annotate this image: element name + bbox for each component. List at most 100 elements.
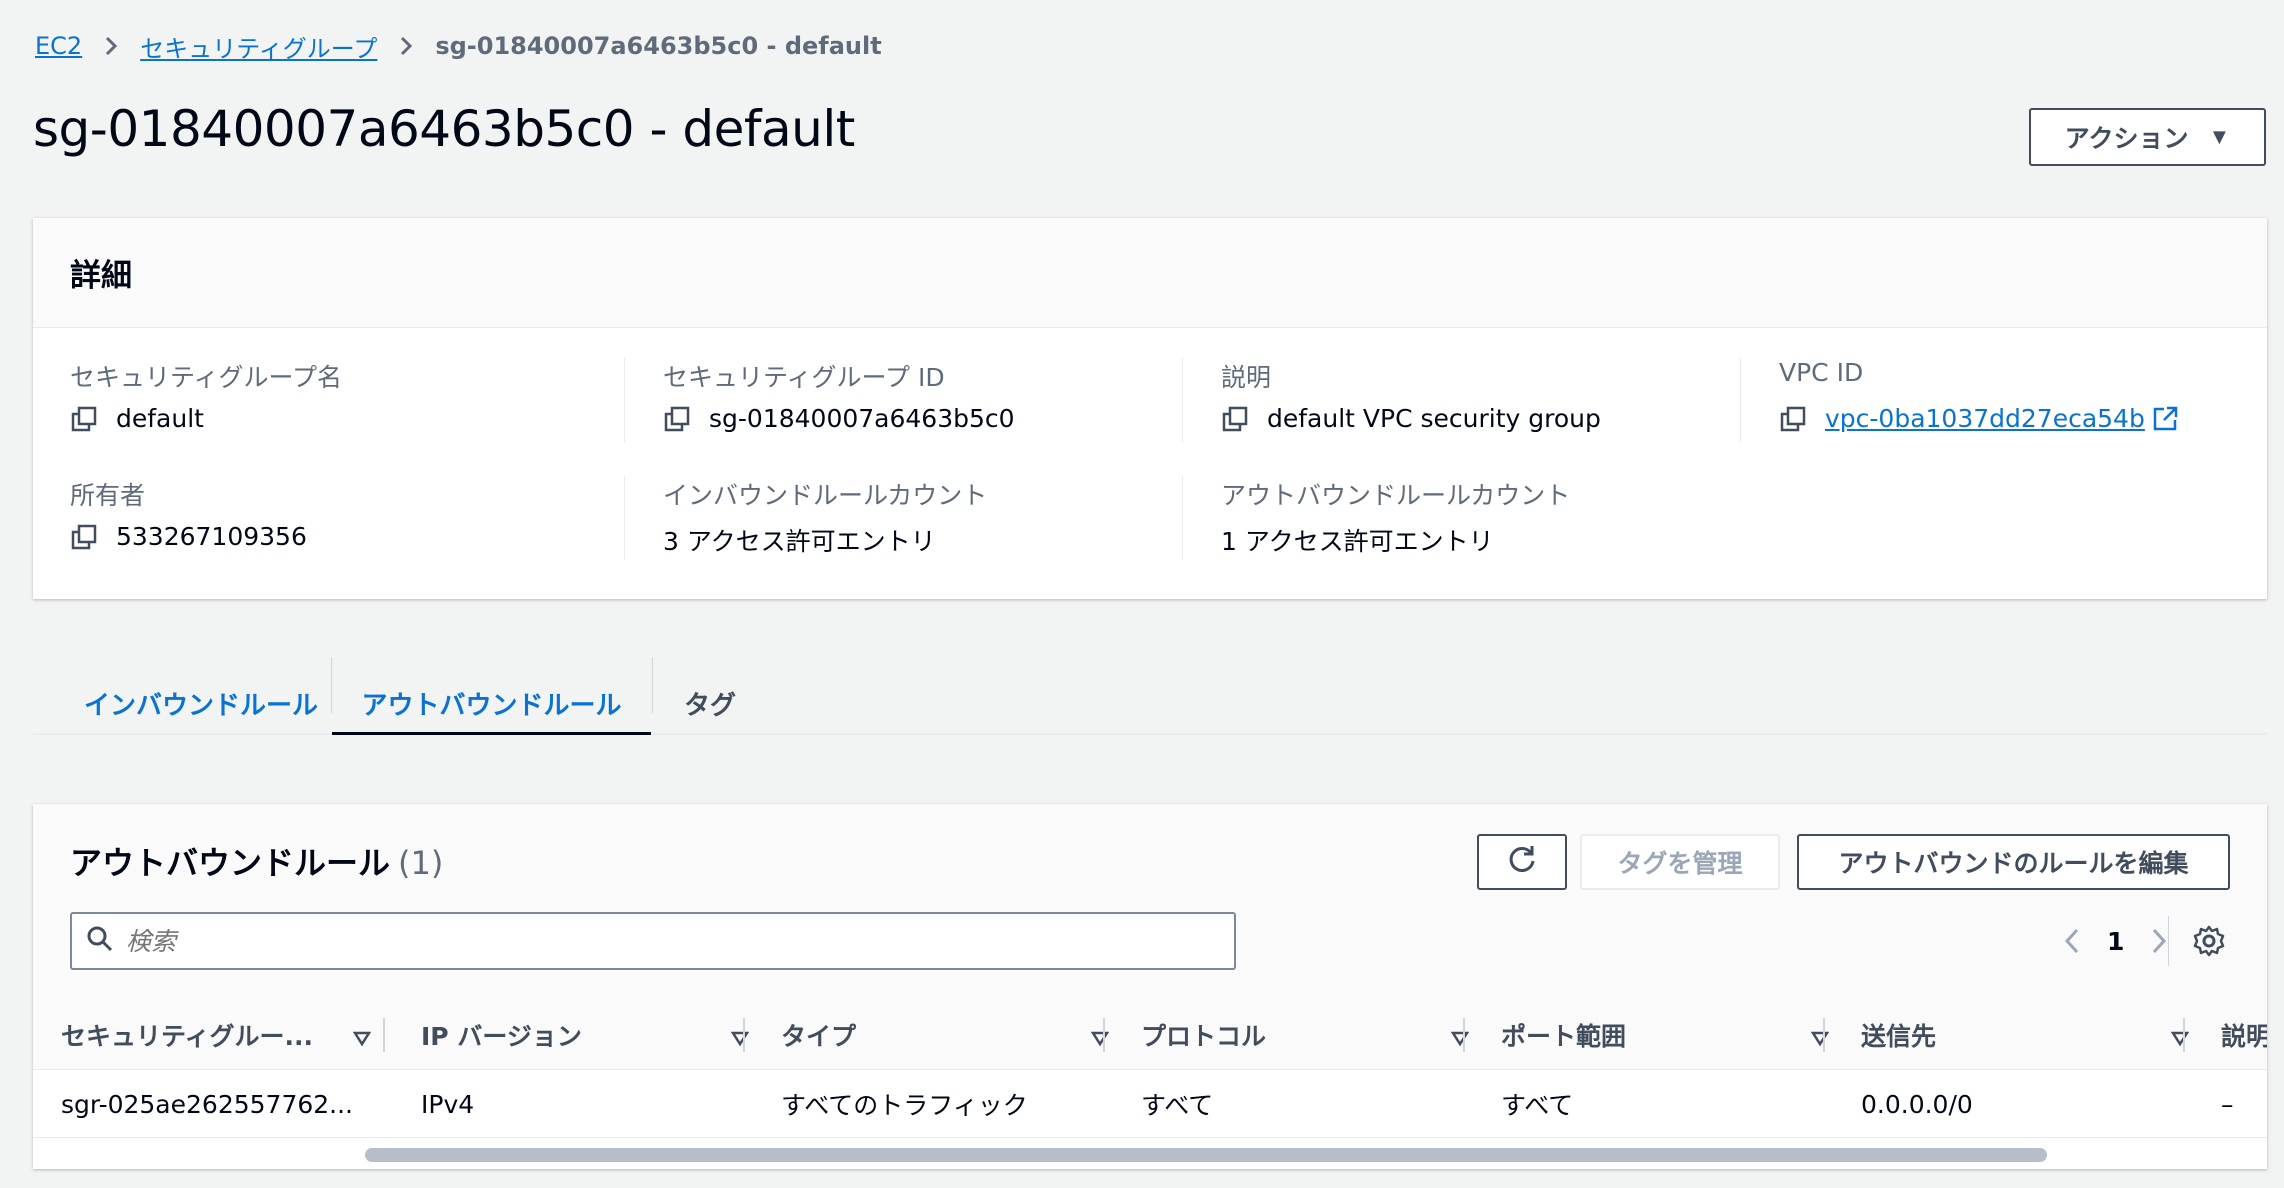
copy-icon[interactable] [1779,405,1807,433]
cell-type: すべてのトラフィック [781,1091,1028,1120]
copy-icon[interactable] [663,405,691,433]
vpc-id-link[interactable]: vpc-0ba1037dd27eca54b [1825,404,2145,433]
column-header-type[interactable]: タイプ [781,1000,1131,1070]
column-header-label: プロトコル [1141,1022,1267,1051]
chevron-right-icon [395,35,417,57]
detail-label: 所有者 [70,481,146,510]
detail-value-row: 3 アクセス許可エントリ [663,522,1182,558]
breadcrumb-security-groups-link[interactable]: セキュリティグループ [140,29,377,64]
detail-label: VPC ID [1779,358,1864,387]
sort-down-icon[interactable] [1090,1025,1110,1047]
column-divider[interactable] [383,1018,385,1052]
actions-label: アクション [2064,125,2189,153]
settings-gear-icon[interactable] [2191,923,2227,963]
column-header-rule-id[interactable]: セキュリティグルー... [61,1000,393,1070]
copy-icon[interactable] [70,523,98,551]
sort-down-icon[interactable] [730,1025,750,1047]
column-header-label: 説明 [2221,1022,2267,1051]
column-header-ip-version[interactable]: IP バージョン [421,1000,771,1070]
sort-down-icon[interactable] [2170,1025,2190,1047]
pagination: 1 [2057,916,2174,966]
refresh-button[interactable] [1477,834,1567,890]
detail-value-row: sg-01840007a6463b5c0 [663,404,1182,433]
detail-value: default [116,404,204,433]
column-header-port-range[interactable]: ポート範囲 [1501,1000,1851,1070]
manage-tags-button[interactable]: タグを管理 [1580,834,1780,890]
search-field[interactable] [70,912,1236,970]
column-divider[interactable] [1463,1018,1465,1052]
detail-sg-id: セキュリティグループ ID sg-01840007a6463b5c0 [624,358,1182,442]
chevron-left-icon[interactable] [2057,926,2087,956]
detail-value-row: 1 アクセス許可エントリ [1221,522,1740,558]
rules-title: アウトバウンドルール (1) [70,838,443,884]
column-divider[interactable] [2183,1018,2185,1052]
column-header-label: ポート範囲 [1501,1022,1627,1051]
column-divider[interactable] [1823,1018,1825,1052]
vpc-link-wrap: vpc-0ba1037dd27eca54b [1825,404,2179,433]
details-title: 詳細 [70,258,132,294]
detail-sg-name: セキュリティグループ名 default [70,358,628,433]
table-header: セキュリティグルー... IP バージョン タイプ プロトコル ポート範囲 送信… [33,1000,2267,1070]
cell-ip-version: IPv4 [421,1089,475,1119]
column-header-label: タイプ [781,1022,857,1051]
cell-destination: 0.0.0.0/0 [1861,1089,1973,1119]
cell-port-range: すべて [1501,1091,1574,1120]
column-header-label: 送信先 [1861,1022,1937,1051]
detail-description: 説明 default VPC security group [1182,358,1740,442]
sort-down-icon[interactable] [1450,1025,1470,1047]
detail-label: 説明 [1221,363,1272,392]
external-link-icon[interactable] [2151,405,2179,433]
column-header-protocol[interactable]: プロトコル [1141,1000,1491,1070]
rules-count: (1) [398,844,444,882]
column-header-destination[interactable]: 送信先 [1861,1000,2211,1070]
actions-dropdown-button[interactable]: アクション ▼ [2029,108,2266,166]
detail-label: アウトバウンドルールカウント [1221,481,1571,510]
refresh-icon [1506,843,1538,882]
detail-inbound-count: インバウンドルールカウント 3 アクセス許可エントリ [624,476,1182,560]
column-header-description[interactable]: 説明 [2221,1000,2267,1070]
details-header: 詳細 [33,218,2267,328]
sort-down-icon[interactable] [1810,1025,1830,1047]
tab-inbound-rules[interactable]: インバウンドルール [71,657,331,735]
detail-owner: 所有者 533267109356 [70,476,628,551]
detail-value-row: vpc-0ba1037dd27eca54b [1779,404,2284,433]
tab-outbound-rules[interactable]: アウトバウンドルール [332,657,651,735]
details-panel: 詳細 セキュリティグループ名 default セキュリティグループ ID sg-… [33,218,2267,599]
tab-bar: インバウンドルール アウトバウンドルール タグ [33,617,2267,735]
detail-value: default VPC security group [1267,404,1601,433]
detail-label: セキュリティグループ名 [70,363,343,392]
detail-value: sg-01840007a6463b5c0 [709,404,1015,433]
detail-value: 3 アクセス許可エントリ [663,527,936,556]
chevron-right-icon[interactable] [2144,926,2174,956]
tab-tags[interactable]: タグ [653,657,767,735]
caret-down-icon: ▼ [2208,124,2231,149]
column-header-label: セキュリティグルー... [61,1022,313,1051]
rules-title-text: アウトバウンドルール [70,844,391,882]
table-row[interactable]: sgr-025ae262557762... IPv4 すべてのトラフィック すべ… [33,1070,2267,1138]
detail-value-row: 533267109356 [70,522,628,551]
column-divider[interactable] [743,1018,745,1052]
edit-outbound-rules-button[interactable]: アウトバウンドのルールを編集 [1797,834,2230,890]
breadcrumb-ec2-link[interactable]: EC2 [35,32,82,60]
page-title: sg-01840007a6463b5c0 - default [33,100,855,158]
copy-icon[interactable] [70,405,98,433]
horizontal-scrollbar[interactable] [365,1148,2047,1162]
detail-value: 533267109356 [116,522,307,551]
outbound-rules-panel: アウトバウンドルール(1) タグを管理 アウトバウンドのルールを編集 1 [33,804,2267,1169]
cell-protocol: すべて [1141,1091,1214,1120]
copy-icon[interactable] [1221,405,1249,433]
rules-header: アウトバウンドルール(1) タグを管理 アウトバウンドのルールを編集 1 [33,804,2267,1000]
page-number[interactable]: 1 [2107,927,2124,956]
detail-vpc-id: VPC ID vpc-0ba1037dd27eca54b [1740,358,2284,442]
detail-value-row: default [70,404,628,433]
chevron-right-icon [100,35,122,57]
sort-down-icon[interactable] [352,1025,372,1047]
detail-outbound-count: アウトバウンドルールカウント 1 アクセス許可エントリ [1182,476,1740,560]
detail-value: 1 アクセス許可エントリ [1221,527,1494,556]
column-header-label: IP バージョン [421,1022,582,1051]
breadcrumb: EC2 セキュリティグループ sg-01840007a6463b5c0 - de… [35,28,882,64]
search-input[interactable] [126,926,1206,956]
breadcrumb-current: sg-01840007a6463b5c0 - default [435,32,882,60]
cell-rule-id: sgr-025ae262557762... [61,1089,354,1119]
column-divider[interactable] [1103,1018,1105,1052]
